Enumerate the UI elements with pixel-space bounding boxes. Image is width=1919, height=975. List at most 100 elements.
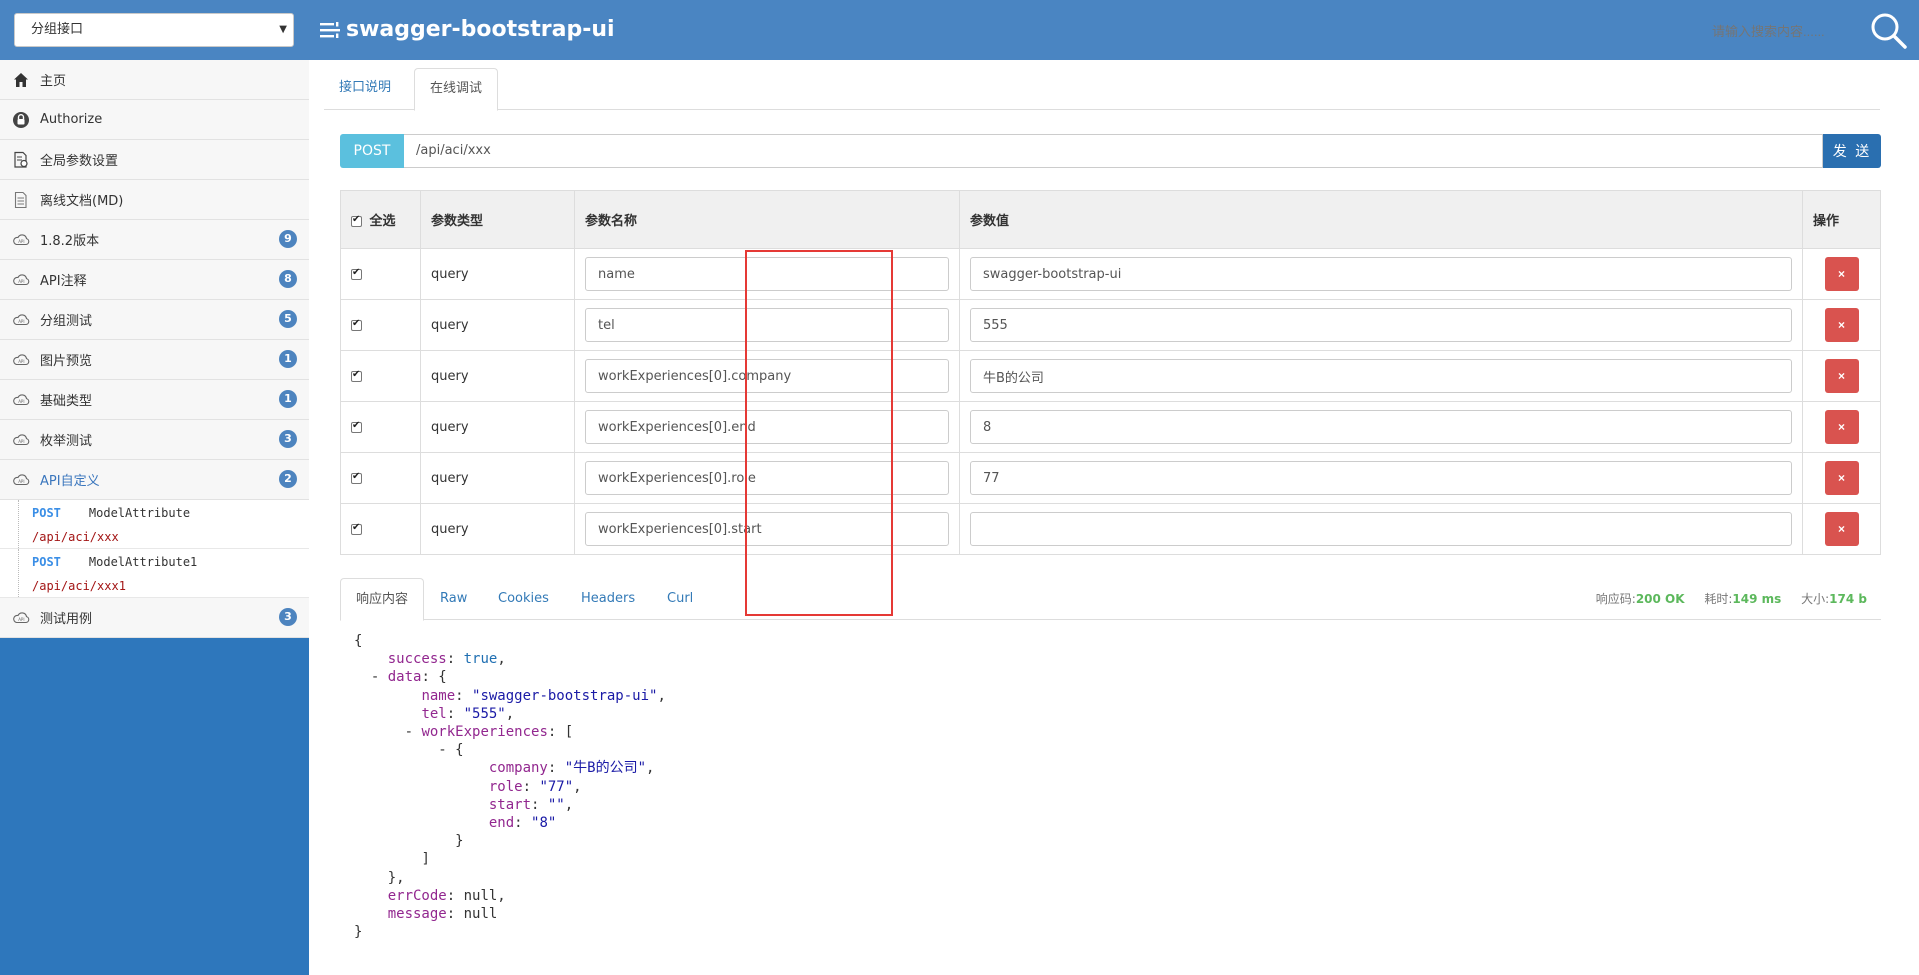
search-input[interactable] <box>1710 20 1860 44</box>
json-line: company: "牛B的公司", <box>354 759 1154 777</box>
json-token: , <box>646 760 655 777</box>
json-line: { <box>354 632 1154 650</box>
svg-text:API: API <box>18 439 24 444</box>
json-key: errCode <box>387 887 447 904</box>
tab-debug[interactable]: 在线调试 <box>414 68 499 111</box>
row-checkbox[interactable] <box>351 522 362 535</box>
method-badge: POST <box>340 134 404 168</box>
row-checkbox[interactable] <box>351 420 362 433</box>
tab-response-content[interactable]: 响应内容 <box>340 578 425 621</box>
json-token: , <box>505 705 515 722</box>
collapse-toggle[interactable]: - <box>405 724 422 740</box>
tab-doc[interactable]: 接口说明 <box>324 68 406 110</box>
select-all-checkbox[interactable] <box>351 214 362 227</box>
param-value-input[interactable] <box>970 512 1792 546</box>
collapse-toggle[interactable]: - <box>371 669 388 685</box>
sidebar-item[interactable]: API 测试用例 3 <box>0 598 309 638</box>
sidebar-item[interactable]: API 枚举测试 3 <box>0 420 309 460</box>
row-checkbox[interactable] <box>351 369 362 382</box>
sidebar-item[interactable]: Authorize <box>0 100 309 140</box>
param-name-input[interactable] <box>585 461 949 495</box>
sidebar-item[interactable]: API 图片预览 1 <box>0 340 309 380</box>
send-button[interactable]: 发 送 <box>1823 134 1881 168</box>
delete-row-button[interactable]: × <box>1824 257 1859 291</box>
row-checkbox[interactable] <box>351 471 362 484</box>
sidebar-item[interactable]: API 1.8.2版本 9 <box>0 220 309 260</box>
sidebar-item[interactable]: 离线文档(MD) <box>0 180 309 220</box>
param-value-input[interactable] <box>970 257 1792 291</box>
json-token: : <box>455 687 473 704</box>
param-row: query × <box>340 503 1881 555</box>
param-name-input[interactable] <box>585 359 949 393</box>
row-checkbox[interactable] <box>351 318 362 331</box>
cloud-icon: API <box>13 473 30 485</box>
delete-row-button[interactable]: × <box>1824 410 1859 444</box>
json-line: - data: { <box>354 668 1154 686</box>
json-line: ] <box>354 850 1154 868</box>
sidebar-item[interactable]: 主页 <box>0 60 309 100</box>
param-name-input[interactable] <box>585 512 949 546</box>
group-select[interactable]: 分组接口 ▼ <box>14 13 294 47</box>
sidebar-item[interactable]: API API自定义 2 <box>0 460 309 500</box>
json-key: end <box>488 815 515 832</box>
delete-row-button[interactable]: × <box>1824 512 1859 546</box>
param-name-cell <box>574 248 960 300</box>
param-table: 全选 参数类型 参数名称 参数值 操作 query×query×query×qu… <box>340 190 1881 555</box>
param-name-input[interactable] <box>585 257 949 291</box>
top-bar: 分组接口 ▼ swagger-bootstrap-ui <box>0 0 1919 60</box>
param-type: query <box>420 350 575 402</box>
json-line: } <box>354 923 1154 941</box>
delete-row-button[interactable]: × <box>1824 461 1859 495</box>
row-select-cell <box>340 452 421 504</box>
json-token: "牛B的公司" <box>564 760 647 777</box>
app-title: swagger-bootstrap-ui <box>320 14 615 46</box>
document-icon <box>14 191 27 208</box>
param-name-input[interactable] <box>585 410 949 444</box>
row-select-cell <box>340 401 421 453</box>
param-value-input[interactable] <box>970 410 1792 444</box>
sidebar-item[interactable]: API 基础类型 1 <box>0 380 309 420</box>
sidebar-item[interactable]: API 分组测试 5 <box>0 300 309 340</box>
menu-icon[interactable] <box>320 22 340 38</box>
tab-curl[interactable]: Curl <box>652 578 708 620</box>
api-endpoint-item[interactable]: POST ModelAttribute/api/aci/xxx <box>0 500 309 549</box>
tab-headers[interactable]: Headers <box>566 578 650 620</box>
count-badge: 8 <box>279 270 297 288</box>
row-checkbox[interactable] <box>351 267 362 280</box>
param-value-input[interactable] <box>970 461 1792 495</box>
sidebar-item-label: 枚举测试 <box>40 434 93 449</box>
action-header: 操作 <box>1802 190 1881 249</box>
count-badge: 1 <box>279 390 297 408</box>
param-row: query × <box>340 350 1881 402</box>
search-icon[interactable] <box>1868 10 1908 50</box>
sidebar-item[interactable]: 全局参数设置 <box>0 140 309 180</box>
json-key: message <box>387 906 447 923</box>
select-all-header[interactable]: 全选 <box>340 190 421 249</box>
tab-cookies[interactable]: Cookies <box>483 578 564 620</box>
json-token: true <box>463 651 498 668</box>
sidebar-item[interactable]: API API注释 8 <box>0 260 309 300</box>
param-value-input[interactable] <box>970 359 1792 393</box>
tab-raw[interactable]: Raw <box>425 578 482 620</box>
size-value: 174 b <box>1829 592 1867 606</box>
param-value-input[interactable] <box>970 308 1792 342</box>
url-input[interactable]: /api/aci/xxx <box>404 134 1823 168</box>
json-line: success: true, <box>354 650 1154 668</box>
param-name-input[interactable] <box>585 308 949 342</box>
time-value: 149 ms <box>1732 592 1782 606</box>
api-endpoint-item[interactable]: POST ModelAttribute1/api/aci/xxx1 <box>0 549 309 598</box>
param-action-cell: × <box>1802 452 1881 504</box>
delete-row-button[interactable]: × <box>1824 308 1859 342</box>
delete-row-button[interactable]: × <box>1824 359 1859 393</box>
svg-text:API: API <box>18 359 24 364</box>
json-token: : <box>531 796 548 813</box>
collapse-toggle[interactable]: - <box>438 742 455 758</box>
json-token: "" <box>547 796 565 813</box>
svg-text:API: API <box>18 617 24 622</box>
sidebar-item-label: API自定义 <box>40 474 100 489</box>
json-token: } <box>354 924 363 941</box>
cloud-icon: API <box>13 353 30 365</box>
json-token: { <box>354 633 363 649</box>
json-token: : <box>547 760 565 777</box>
home-icon <box>14 72 28 87</box>
